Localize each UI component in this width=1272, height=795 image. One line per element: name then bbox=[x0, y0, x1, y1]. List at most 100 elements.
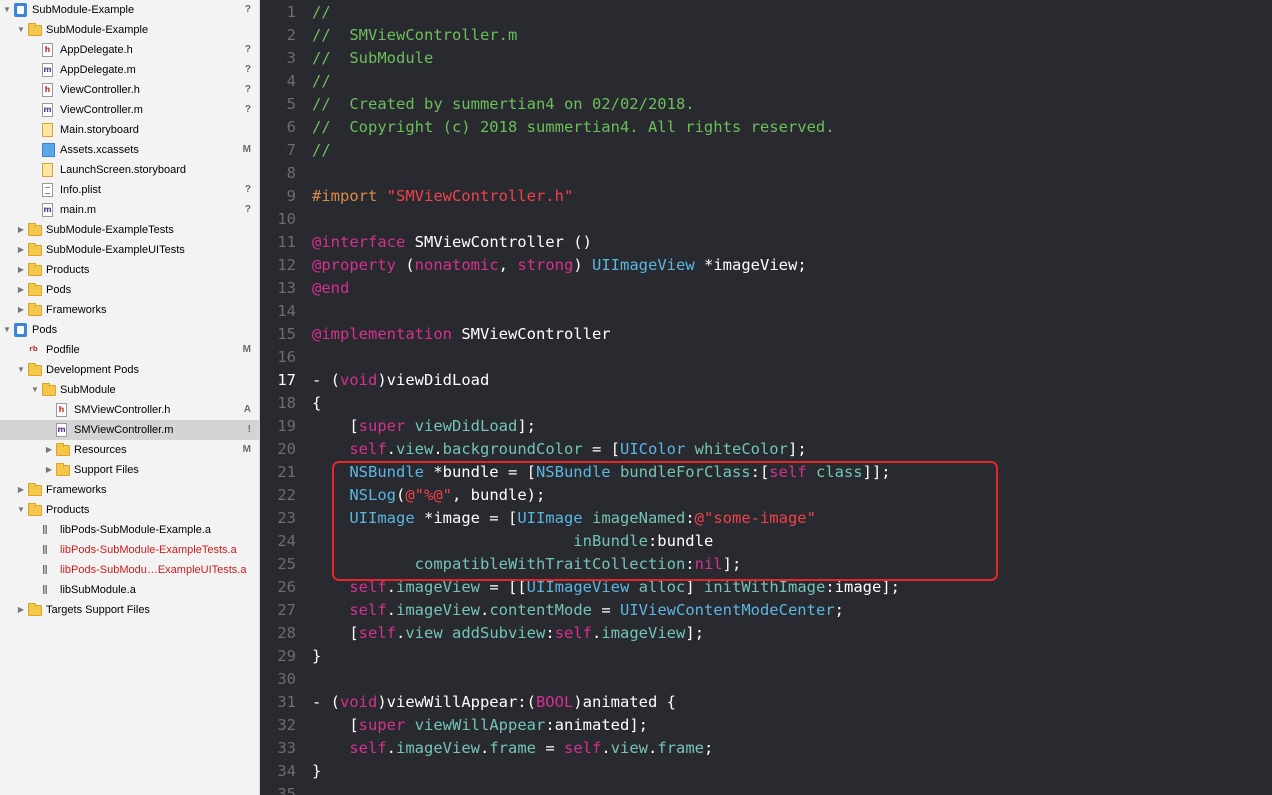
navigator-item[interactable]: h SMViewController.h A bbox=[0, 400, 259, 420]
disclosure-open-icon[interactable]: ▼ bbox=[2, 0, 12, 20]
navigator-item[interactable]: ▶ Products bbox=[0, 260, 259, 280]
disclosure-open-icon[interactable]: ▼ bbox=[30, 380, 40, 400]
code-line[interactable]: 25 compatibleWithTraitCollection:nil]; bbox=[260, 553, 1272, 576]
folder-icon bbox=[28, 603, 42, 616]
code-line[interactable]: 22 NSLog(@"%@", bundle); bbox=[260, 484, 1272, 507]
navigator-item[interactable]: ▼ Development Pods bbox=[0, 360, 259, 380]
folder-icon bbox=[28, 23, 42, 36]
disclosure-open-icon[interactable]: ▼ bbox=[16, 360, 26, 380]
code-token: :bundle bbox=[647, 532, 714, 550]
code-line[interactable]: 4 // bbox=[260, 70, 1272, 93]
disclosure-open-icon[interactable]: ▼ bbox=[16, 500, 26, 520]
code-line[interactable]: 18 { bbox=[260, 392, 1272, 415]
disclosure-open-icon[interactable]: ▼ bbox=[2, 320, 12, 340]
code-line[interactable]: 20 self.view.backgroundColor = [UIColor … bbox=[260, 438, 1272, 461]
navigator-item[interactable]: ▼ Products bbox=[0, 500, 259, 520]
navigator-item[interactable]: ▶ Frameworks bbox=[0, 300, 259, 320]
navigator-item[interactable]: ▶ Targets Support Files bbox=[0, 600, 259, 620]
code-editor[interactable]: 1 // 2 // SMViewController.m 3 // SubModule 4 /… bbox=[260, 0, 1272, 795]
code-line[interactable]: 12 @property (nonatomic, strong) UIImageV… bbox=[260, 254, 1272, 277]
disclosure-closed-icon[interactable]: ▶ bbox=[16, 600, 26, 620]
disclosure-closed-icon[interactable]: ▶ bbox=[44, 440, 54, 460]
navigator-item[interactable]: m main.m? bbox=[0, 200, 259, 220]
code-line[interactable]: 6 // Copyright (c) 2018 summertian4. All … bbox=[260, 116, 1272, 139]
navigator-item[interactable]: m ViewController.m? bbox=[0, 100, 259, 120]
navigator-item[interactable]: ▼ SubModule bbox=[0, 380, 259, 400]
navigator-item[interactable]: ⅡlibSubModule.a bbox=[0, 580, 259, 600]
code-text: @end bbox=[312, 277, 349, 300]
navigator-item[interactable]: ⅡlibPods-SubModu…ExampleUITests.a bbox=[0, 560, 259, 580]
navigator-item-label: Products bbox=[46, 504, 90, 516]
code-token: )viewDidLoad bbox=[377, 371, 490, 389]
code-line[interactable]: 34} bbox=[260, 760, 1272, 783]
code-line[interactable]: 32 [super viewWillAppear:animated]; bbox=[260, 714, 1272, 737]
code-line[interactable]: 27 self.imageView.contentMode = UIViewCo… bbox=[260, 599, 1272, 622]
code-line[interactable]: 2 // SMViewController.m bbox=[260, 24, 1272, 47]
disclosure-closed-icon[interactable]: ▶ bbox=[16, 220, 26, 240]
navigator-item[interactable]: h AppDelegate.h? bbox=[0, 40, 259, 60]
navigator-item[interactable]: ▶ Frameworks bbox=[0, 480, 259, 500]
code-line[interactable]: 7 // bbox=[260, 139, 1272, 162]
line-number: 5 bbox=[286, 95, 296, 113]
navigator-item[interactable]: ▶ SubModule-ExampleUITests bbox=[0, 240, 259, 260]
line-number: 3 bbox=[286, 49, 296, 67]
code-line[interactable]: 1 // bbox=[260, 1, 1272, 24]
code-line[interactable]: 30 bbox=[260, 668, 1272, 691]
code-line[interactable]: 17 - (void)viewDidLoad bbox=[260, 369, 1272, 392]
code-token: *bundle = [ bbox=[423, 463, 536, 481]
navigator-item[interactable]: ▶ Resources M bbox=[0, 440, 259, 460]
code-token: :image]; bbox=[825, 578, 900, 596]
code-line[interactable]: 10 bbox=[260, 208, 1272, 231]
code-line[interactable]: 5 // Created by summertian4 on 02/02/2018… bbox=[260, 93, 1272, 116]
code-line[interactable]: 15 @implementation SMViewController bbox=[260, 323, 1272, 346]
navigator-item[interactable]: Info.plist? bbox=[0, 180, 259, 200]
code-line[interactable]: 31 - (void)viewWillAppear:(BOOL)animated … bbox=[260, 691, 1272, 714]
navigator-item[interactable]: ▼ SubModule-Example? bbox=[0, 0, 259, 20]
disclosure-closed-icon[interactable]: ▶ bbox=[16, 280, 26, 300]
code-line[interactable]: 3 // SubModule bbox=[260, 47, 1272, 70]
code-line[interactable]: 29} bbox=[260, 645, 1272, 668]
navigator-item[interactable]: Assets.xcassets M bbox=[0, 140, 259, 160]
navigator-item[interactable]: ▼ SubModule-Example bbox=[0, 20, 259, 40]
navigator-item-label: Podfile bbox=[46, 344, 80, 356]
code-line[interactable]: 26 self.imageView = [[UIImageView alloc]… bbox=[260, 576, 1272, 599]
disclosure-closed-icon[interactable]: ▶ bbox=[16, 300, 26, 320]
disclosure-closed-icon[interactable]: ▶ bbox=[44, 460, 54, 480]
navigator-item[interactable]: LaunchScreen.storyboard bbox=[0, 160, 259, 180]
code-line[interactable]: 35 bbox=[260, 783, 1272, 795]
code-token: )animated { bbox=[573, 693, 676, 711]
code-line[interactable]: 9 #import "SMViewController.h" bbox=[260, 185, 1272, 208]
navigator-item[interactable]: ▼ Pods bbox=[0, 320, 259, 340]
navigator-item[interactable]: rb Podfile M bbox=[0, 340, 259, 360]
code-line[interactable]: 19 [super viewDidLoad]; bbox=[260, 415, 1272, 438]
navigator-item[interactable]: ⅡlibPods-SubModule-Example.a bbox=[0, 520, 259, 540]
navigator-item[interactable]: Main.storyboard bbox=[0, 120, 259, 140]
navigator-item[interactable]: ⅡlibPods-SubModule-ExampleTests.a bbox=[0, 540, 259, 560]
navigator-item[interactable]: ▶ Pods bbox=[0, 280, 259, 300]
code-text: - (void)viewDidLoad bbox=[312, 369, 489, 392]
code-line[interactable]: 21 NSBundle *bundle = [NSBundle bundleFo… bbox=[260, 461, 1272, 484]
disclosure-closed-icon[interactable]: ▶ bbox=[16, 480, 26, 500]
code-line[interactable]: 24 inBundle:bundle bbox=[260, 530, 1272, 553]
navigator-item[interactable]: m AppDelegate.m? bbox=[0, 60, 259, 80]
line-number: 24 bbox=[277, 532, 296, 550]
code-token: alloc bbox=[638, 578, 686, 596]
navigator-item[interactable]: m SMViewController.m! bbox=[0, 420, 259, 440]
navigator-item[interactable]: h ViewController.h? bbox=[0, 80, 259, 100]
code-token: ]]; bbox=[862, 463, 891, 481]
code-line[interactable]: 33 self.imageView.frame = self.view.fram… bbox=[260, 737, 1272, 760]
line-number: 17 bbox=[277, 371, 296, 389]
code-line[interactable]: 16 bbox=[260, 346, 1272, 369]
navigator-item[interactable]: ▶ SubModule-ExampleTests bbox=[0, 220, 259, 240]
code-line[interactable]: 11 @interface SMViewController () bbox=[260, 231, 1272, 254]
code-line[interactable]: 13 @end bbox=[260, 277, 1272, 300]
code-line[interactable]: 23 UIImage *image = [UIImage imageNamed:… bbox=[260, 507, 1272, 530]
disclosure-closed-icon[interactable]: ▶ bbox=[16, 240, 26, 260]
navigator-item[interactable]: ▶ Support Files bbox=[0, 460, 259, 480]
code-line[interactable]: 14 bbox=[260, 300, 1272, 323]
code-token: bundleForClass bbox=[619, 463, 751, 481]
code-line[interactable]: 8 bbox=[260, 162, 1272, 185]
code-line[interactable]: 28 [self.view addSubview:self.imageView]… bbox=[260, 622, 1272, 645]
disclosure-open-icon[interactable]: ▼ bbox=[16, 20, 26, 40]
disclosure-closed-icon[interactable]: ▶ bbox=[16, 260, 26, 280]
